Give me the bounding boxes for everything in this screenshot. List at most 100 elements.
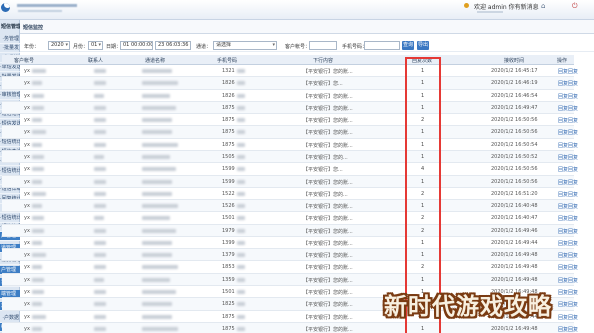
cell-action-link[interactable]: 回复回复 [558,117,578,124]
cell-action-link[interactable]: 回复回复 [558,203,578,210]
table-row[interactable]: yx 1379 【平安银行】您的账... 1 2020/1/2 16:49:48 回复回复 [2,249,578,262]
cell-action-link[interactable]: 回复回复 [558,93,578,100]
query-button[interactable]: 查询 [402,41,414,50]
cell-action-link[interactable]: 回复回复 [558,154,578,161]
cell-action-link[interactable]: 回复回复 [558,191,578,198]
table-row[interactable]: yx 1359 【平安银行】您的账... 1 2020/1/2 16:49:48 回复回复 [2,273,578,287]
redacted-contact [94,179,106,184]
cell-action-link[interactable]: 回复回复 [558,264,578,271]
cell-action-link[interactable]: 回复回复 [558,68,578,75]
cell-account: yx [24,117,30,124]
cell-action-link[interactable]: 回复回复 [558,277,578,284]
redacted-account [32,191,46,196]
cell-phone: 1826 [222,80,235,87]
cell-time: 2020/1/2 16:49:48 [491,325,538,332]
cell-account: yx [24,68,30,74]
redacted-channel [142,93,170,98]
table-row[interactable]: yx 1875 【平安银行】您的账... 1 2020/1/2 16:49:47 回复回复 [2,101,578,115]
table-row[interactable]: yx 1501 【平安银行】您的账... 2 2020/1/2 16:40:47 回复回复 [2,212,578,225]
cell-action-link[interactable]: 回复回复 [558,215,578,222]
export-button[interactable]: 导出 [417,41,429,50]
account-input[interactable] [309,41,337,50]
end-time-input[interactable]: 23 06:03:36 [155,41,191,50]
table-row[interactable]: yx 1599 【平安银行】您... 4 2020/1/2 16:50:56 回复回复 [2,163,578,176]
redacted-account [32,179,42,184]
table-row[interactable]: yx 1875 【平安银行】您的账... 1 2020/1/2 16:50:56 回复回复 [2,126,578,139]
table-row[interactable]: yx 1826 【平安银行】您的账... 1 2020/1/2 16:46:54 回复回复 [2,90,578,102]
cell-time: 2020/1/2 16:46:54 [491,92,538,99]
cell-message: 【平安银行】您的账... [303,240,353,247]
table-row[interactable]: yx 1505 【平安银行】您的... 1 2020/1/2 16:50:52 回复回复 [2,150,578,164]
logout-icon[interactable]: ⏻ [572,3,579,10]
redacted-account [32,228,44,233]
redacted-contact [94,130,106,135]
table-row[interactable]: yx 1321 【平安银行】您的账... 1 2020/1/2 16:45:17 回复回复 [2,65,578,78]
redacted-account [32,204,42,209]
year-label: 年份： [24,44,40,50]
cell-time: 2020/1/2 16:50:56 [491,129,538,136]
start-time-input[interactable]: 01 00:00:00 [120,41,153,50]
table-row[interactable]: yx 1399 【平安银行】您的账... 1 2020/1/2 16:49:44 回复回复 [2,237,578,250]
cell-time: 2020/1/2 16:49:48 [491,252,538,259]
cell-action-link[interactable]: 回复回复 [558,240,578,247]
user-sub-blurred [477,11,503,13]
phone-input[interactable] [364,41,400,50]
sidebar-item[interactable]: ·务管理 [0,35,20,44]
redacted-contact [94,93,104,98]
redacted-account [32,118,42,123]
cell-time: 2020/1/2 16:49:48 [491,276,538,283]
cell-action-link[interactable]: 回复回复 [558,105,578,112]
cell-phone: 1501 [222,215,235,222]
table-row[interactable]: yx 1979 【平安银行】您的账... 2 2020/1/2 16:49:46 回复回复 [2,224,578,237]
month-select[interactable]: 01 [88,41,103,50]
column-header: 通道名称 [145,58,166,64]
table-row[interactable]: yx 1599 【平安银行】您的账... 1 2020/1/2 16:50:56 回复回复 [2,175,578,188]
cell-action-link[interactable]: 回复回复 [558,326,578,333]
year-select[interactable]: 2020 [48,41,70,50]
table-row[interactable]: yx 1826 【平安银行】您... 1 2020/1/2 16:46:19 回复回复 [2,77,578,90]
table-row[interactable]: yx 1526 【平安银行】您的账... 1 2020/1/2 16:40:48 回复回复 [2,200,578,213]
redacted-channel [142,118,172,123]
cell-account: yx [24,325,30,332]
column-header: 操作 [557,58,568,64]
cell-phone: 1505 [222,153,235,160]
column-header: 回复次数 [412,58,433,64]
cell-action-link[interactable]: 回复回复 [558,129,578,136]
table-row[interactable]: yx 1875 【平安银行】您的账... 1 2020/1/2 16:50:54 回复回复 [2,139,578,151]
cell-message: 【平安银行】您的账... [303,142,353,149]
redacted-channel [142,204,178,209]
redacted-phone [237,179,245,184]
cell-action-link[interactable]: 回复回复 [558,289,578,296]
cell-account: yx [24,141,30,148]
home-icon[interactable]: ⌂ [541,3,548,10]
cell-message: 【平安银行】您的账... [303,216,353,223]
month-label: 月份： [73,44,89,50]
table-row[interactable]: yx 1875 【平安银行】您的账... 2 2020/1/2 16:50:56 回复回复 [2,114,578,127]
table-row[interactable]: yx 1875 【平安银行】您的账... 1 2020/1/2 16:49:48 回复回复 [2,322,578,333]
cell-message: 【平安银行】您的账... [303,179,353,186]
channel-select[interactable]: 请选择 [213,41,277,50]
cell-action-link[interactable]: 回复回复 [558,314,578,321]
table-row[interactable]: yx 1522 【平安银行】您的... 2 2020/1/2 16:51:20 回复回复 [2,188,578,201]
redacted-account [32,326,42,331]
column-header: 客户帐号 [14,58,35,64]
cell-account: yx [24,129,30,136]
cell-action-link[interactable]: 回复回复 [558,228,578,235]
cell-reply-count: 1 [421,178,425,185]
cell-account: yx [24,203,30,210]
cell-message: 【平安银行】您的账... [303,228,353,235]
table-row[interactable]: yx 1853 【平安银行】您的账... 2 2020/1/2 16:49:48 回复回复 [2,261,578,274]
cell-message: 【平安银行】您的账... [303,93,353,100]
cell-message: 【平安银行】您... [303,167,343,174]
cell-action-link[interactable]: 回复回复 [558,166,578,173]
cell-time: 2020/1/2 16:49:46 [491,227,538,234]
cell-action-link[interactable]: 回复回复 [558,252,578,259]
cell-action-link[interactable]: 回复回复 [558,179,578,186]
cell-message: 【平安银行】您的... [303,154,348,161]
sidebar-item[interactable]: ·批量发 [0,44,20,54]
cell-action-link[interactable]: 回复回复 [558,301,578,308]
cell-action-link[interactable]: 回复回复 [558,80,578,87]
cell-action-link[interactable]: 回复回复 [558,142,578,149]
cell-phone: 1526 [222,203,235,210]
user-info: 欢迎 admin 你有新消息 [474,4,539,11]
